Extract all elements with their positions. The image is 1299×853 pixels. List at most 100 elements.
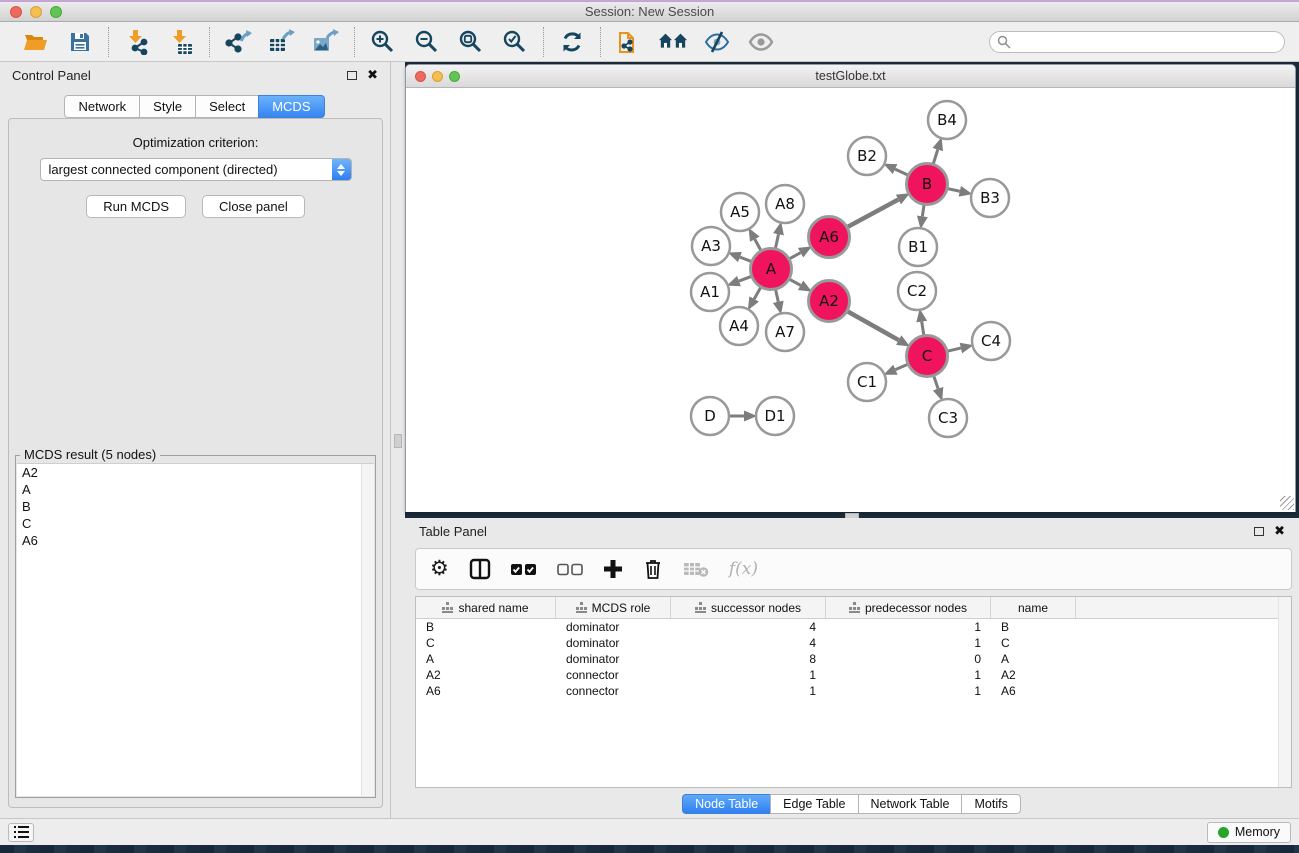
open-file-icon[interactable]	[21, 27, 51, 57]
graph-edge-A-A7[interactable]	[776, 290, 779, 302]
mcds-result-list[interactable]: A2ABCA6	[17, 463, 374, 796]
float-panel-icon[interactable]	[347, 71, 357, 80]
graph-edge-A-A8[interactable]	[776, 234, 779, 248]
optimization-criterion-select[interactable]: largest connected component (directed)	[40, 158, 352, 181]
zoom-in-icon[interactable]	[368, 27, 398, 57]
table-cell[interactable]: B	[991, 620, 1076, 634]
table-cell[interactable]: connector	[556, 668, 671, 682]
show-column-icon[interactable]	[469, 555, 491, 583]
tab-network-table[interactable]: Network Table	[858, 794, 963, 814]
result-list-scrollbar[interactable]	[361, 464, 374, 796]
deselect-all-icon[interactable]	[557, 555, 583, 583]
save-session-icon[interactable]	[65, 27, 95, 57]
show-all-eye-icon[interactable]	[746, 27, 776, 57]
graph-edge-A-A1[interactable]	[739, 277, 751, 281]
table-cell[interactable]: connector	[556, 684, 671, 698]
graph-edge-A-A4[interactable]	[754, 288, 760, 299]
import-table-icon[interactable]	[166, 27, 196, 57]
add-row-plus-icon[interactable]	[603, 555, 623, 583]
network-canvas[interactable]: B4B2BB3A8A5A6A3B1AC2A1A2A4A7C4CC1C3DD1	[406, 88, 1295, 512]
panel-splitter-vertical[interactable]	[391, 62, 405, 818]
close-panel-icon[interactable]: ✖	[367, 70, 378, 80]
graph-edge-A2-C[interactable]	[848, 312, 899, 341]
node-table[interactable]: shared nameMCDS rolesuccessor nodesprede…	[415, 596, 1292, 788]
table-cell[interactable]: dominator	[556, 652, 671, 666]
select-all-icon[interactable]	[511, 555, 537, 583]
export-table-icon[interactable]	[267, 27, 297, 57]
table-cell[interactable]: A2	[991, 668, 1076, 682]
table-cell[interactable]: 4	[671, 636, 826, 650]
splitter-handle[interactable]	[394, 434, 402, 448]
table-cell[interactable]: 8	[671, 652, 826, 666]
close-window-button[interactable]	[10, 6, 22, 18]
import-network-icon[interactable]	[122, 27, 152, 57]
close-panel-button[interactable]: Close panel	[202, 195, 305, 218]
zoom-fit-icon[interactable]	[456, 27, 486, 57]
float-table-panel-icon[interactable]	[1254, 527, 1264, 536]
result-item-A[interactable]: A	[17, 481, 374, 498]
column-settings-gear-icon[interactable]: ⚙	[430, 555, 449, 583]
home-views-icon[interactable]	[658, 27, 688, 57]
delete-row-trash-icon[interactable]	[643, 555, 663, 583]
graph-edge-B-B3[interactable]	[948, 189, 960, 192]
graph-edge-B-B4[interactable]	[933, 150, 937, 164]
tab-edge-table[interactable]: Edge Table	[770, 794, 858, 814]
graph-edge-C-C1[interactable]	[895, 365, 907, 370]
close-table-panel-icon[interactable]: ✖	[1274, 526, 1285, 536]
table-cell[interactable]: 4	[671, 620, 826, 634]
table-cell[interactable]: C	[416, 636, 556, 650]
minimize-window-button[interactable]	[30, 6, 42, 18]
table-row-B[interactable]: Bdominator41B	[416, 619, 1291, 635]
column-header-predecessor-nodes[interactable]: predecessor nodes	[826, 597, 991, 618]
table-row-A6[interactable]: A6connector11A6	[416, 683, 1291, 699]
table-row-A2[interactable]: A2connector11A2	[416, 667, 1291, 683]
graph-edge-A-A3[interactable]	[740, 257, 751, 261]
table-cell[interactable]: 1	[826, 620, 991, 634]
table-scrollbar[interactable]	[1278, 597, 1291, 787]
tab-select[interactable]: Select	[195, 95, 259, 118]
table-row-A[interactable]: Adominator80A	[416, 651, 1291, 667]
table-cell[interactable]: 1	[671, 684, 826, 698]
network-maximize-button[interactable]	[449, 71, 460, 82]
table-cell[interactable]: A	[416, 652, 556, 666]
table-cell[interactable]: 1	[826, 636, 991, 650]
column-header-successor-nodes[interactable]: successor nodes	[671, 597, 826, 618]
table-cell[interactable]: B	[416, 620, 556, 634]
refresh-icon[interactable]	[557, 27, 587, 57]
zoom-out-icon[interactable]	[412, 27, 442, 57]
graph-edge-B-B1[interactable]	[922, 205, 924, 216]
result-item-C[interactable]: C	[17, 515, 374, 532]
zoom-selected-icon[interactable]	[500, 27, 530, 57]
graph-edge-A-A6[interactable]	[790, 253, 801, 259]
search-input[interactable]	[989, 31, 1285, 53]
column-header-shared-name[interactable]: shared name	[416, 597, 556, 618]
table-cell[interactable]: 1	[826, 684, 991, 698]
export-network-icon[interactable]	[223, 27, 253, 57]
graph-edge-C-C3[interactable]	[934, 376, 938, 388]
result-item-A6[interactable]: A6	[17, 532, 374, 549]
run-mcds-button[interactable]: Run MCDS	[86, 195, 186, 218]
network-minimize-button[interactable]	[432, 71, 443, 82]
table-cell[interactable]: C	[991, 636, 1076, 650]
column-header-MCDS-role[interactable]: MCDS role	[556, 597, 671, 618]
task-history-list-icon[interactable]	[8, 823, 34, 842]
table-cell[interactable]: A6	[991, 684, 1076, 698]
tab-motifs[interactable]: Motifs	[961, 794, 1020, 814]
graph-edge-A-A5[interactable]	[755, 239, 761, 250]
hide-selected-eye-slash-icon[interactable]	[702, 27, 732, 57]
graph-edge-C-C4[interactable]	[948, 348, 961, 351]
result-item-B[interactable]: B	[17, 498, 374, 515]
maximize-window-button[interactable]	[50, 6, 62, 18]
table-row-C[interactable]: Cdominator41C	[416, 635, 1291, 651]
table-cell[interactable]: 1	[826, 668, 991, 682]
table-cell[interactable]: dominator	[556, 620, 671, 634]
graph-edge-A-A2[interactable]	[790, 279, 801, 285]
tab-style[interactable]: Style	[139, 95, 196, 118]
table-cell[interactable]: A	[991, 652, 1076, 666]
export-image-icon[interactable]	[311, 27, 341, 57]
tab-node-table[interactable]: Node Table	[682, 794, 771, 814]
table-cell[interactable]: 0	[826, 652, 991, 666]
tab-mcds[interactable]: MCDS	[258, 95, 324, 118]
graph-edge-C-C2[interactable]	[922, 322, 924, 335]
column-header-name[interactable]: name	[991, 597, 1076, 618]
